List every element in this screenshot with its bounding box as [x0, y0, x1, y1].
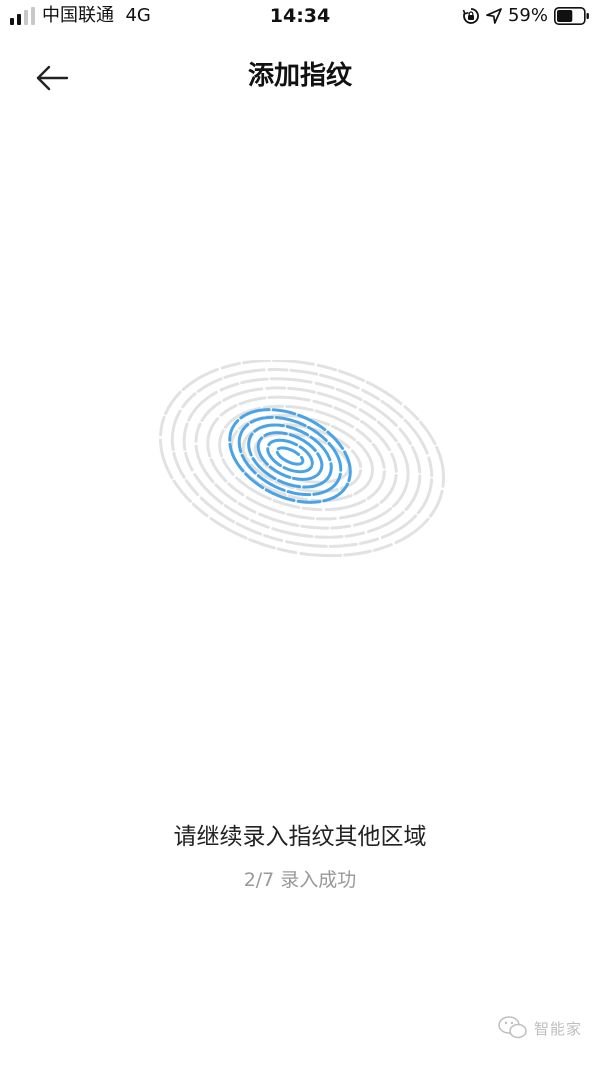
fingerprint-ridge-enrolled: [266, 438, 314, 474]
wechat-icon: [498, 1016, 527, 1039]
status-right: 59%: [462, 5, 590, 27]
status-bar: 中国联通 4G 14:34 59%: [0, 0, 600, 34]
page-title: 添加指纹: [247, 61, 352, 91]
watermark-text: 智能家: [533, 1019, 582, 1038]
nav-bar: 添加指纹: [0, 44, 600, 110]
rotation-lock-icon: [462, 8, 479, 24]
location-icon: [486, 8, 502, 24]
battery-percent: 59%: [507, 5, 548, 26]
enroll-progress: 2/7 录入成功: [243, 869, 357, 891]
watermark: 智能家: [498, 1015, 582, 1041]
battery-icon: [554, 7, 589, 25]
fingerprint-icon: [158, 360, 446, 558]
enroll-prompt: 请继续录入指纹其他区域: [173, 824, 427, 850]
